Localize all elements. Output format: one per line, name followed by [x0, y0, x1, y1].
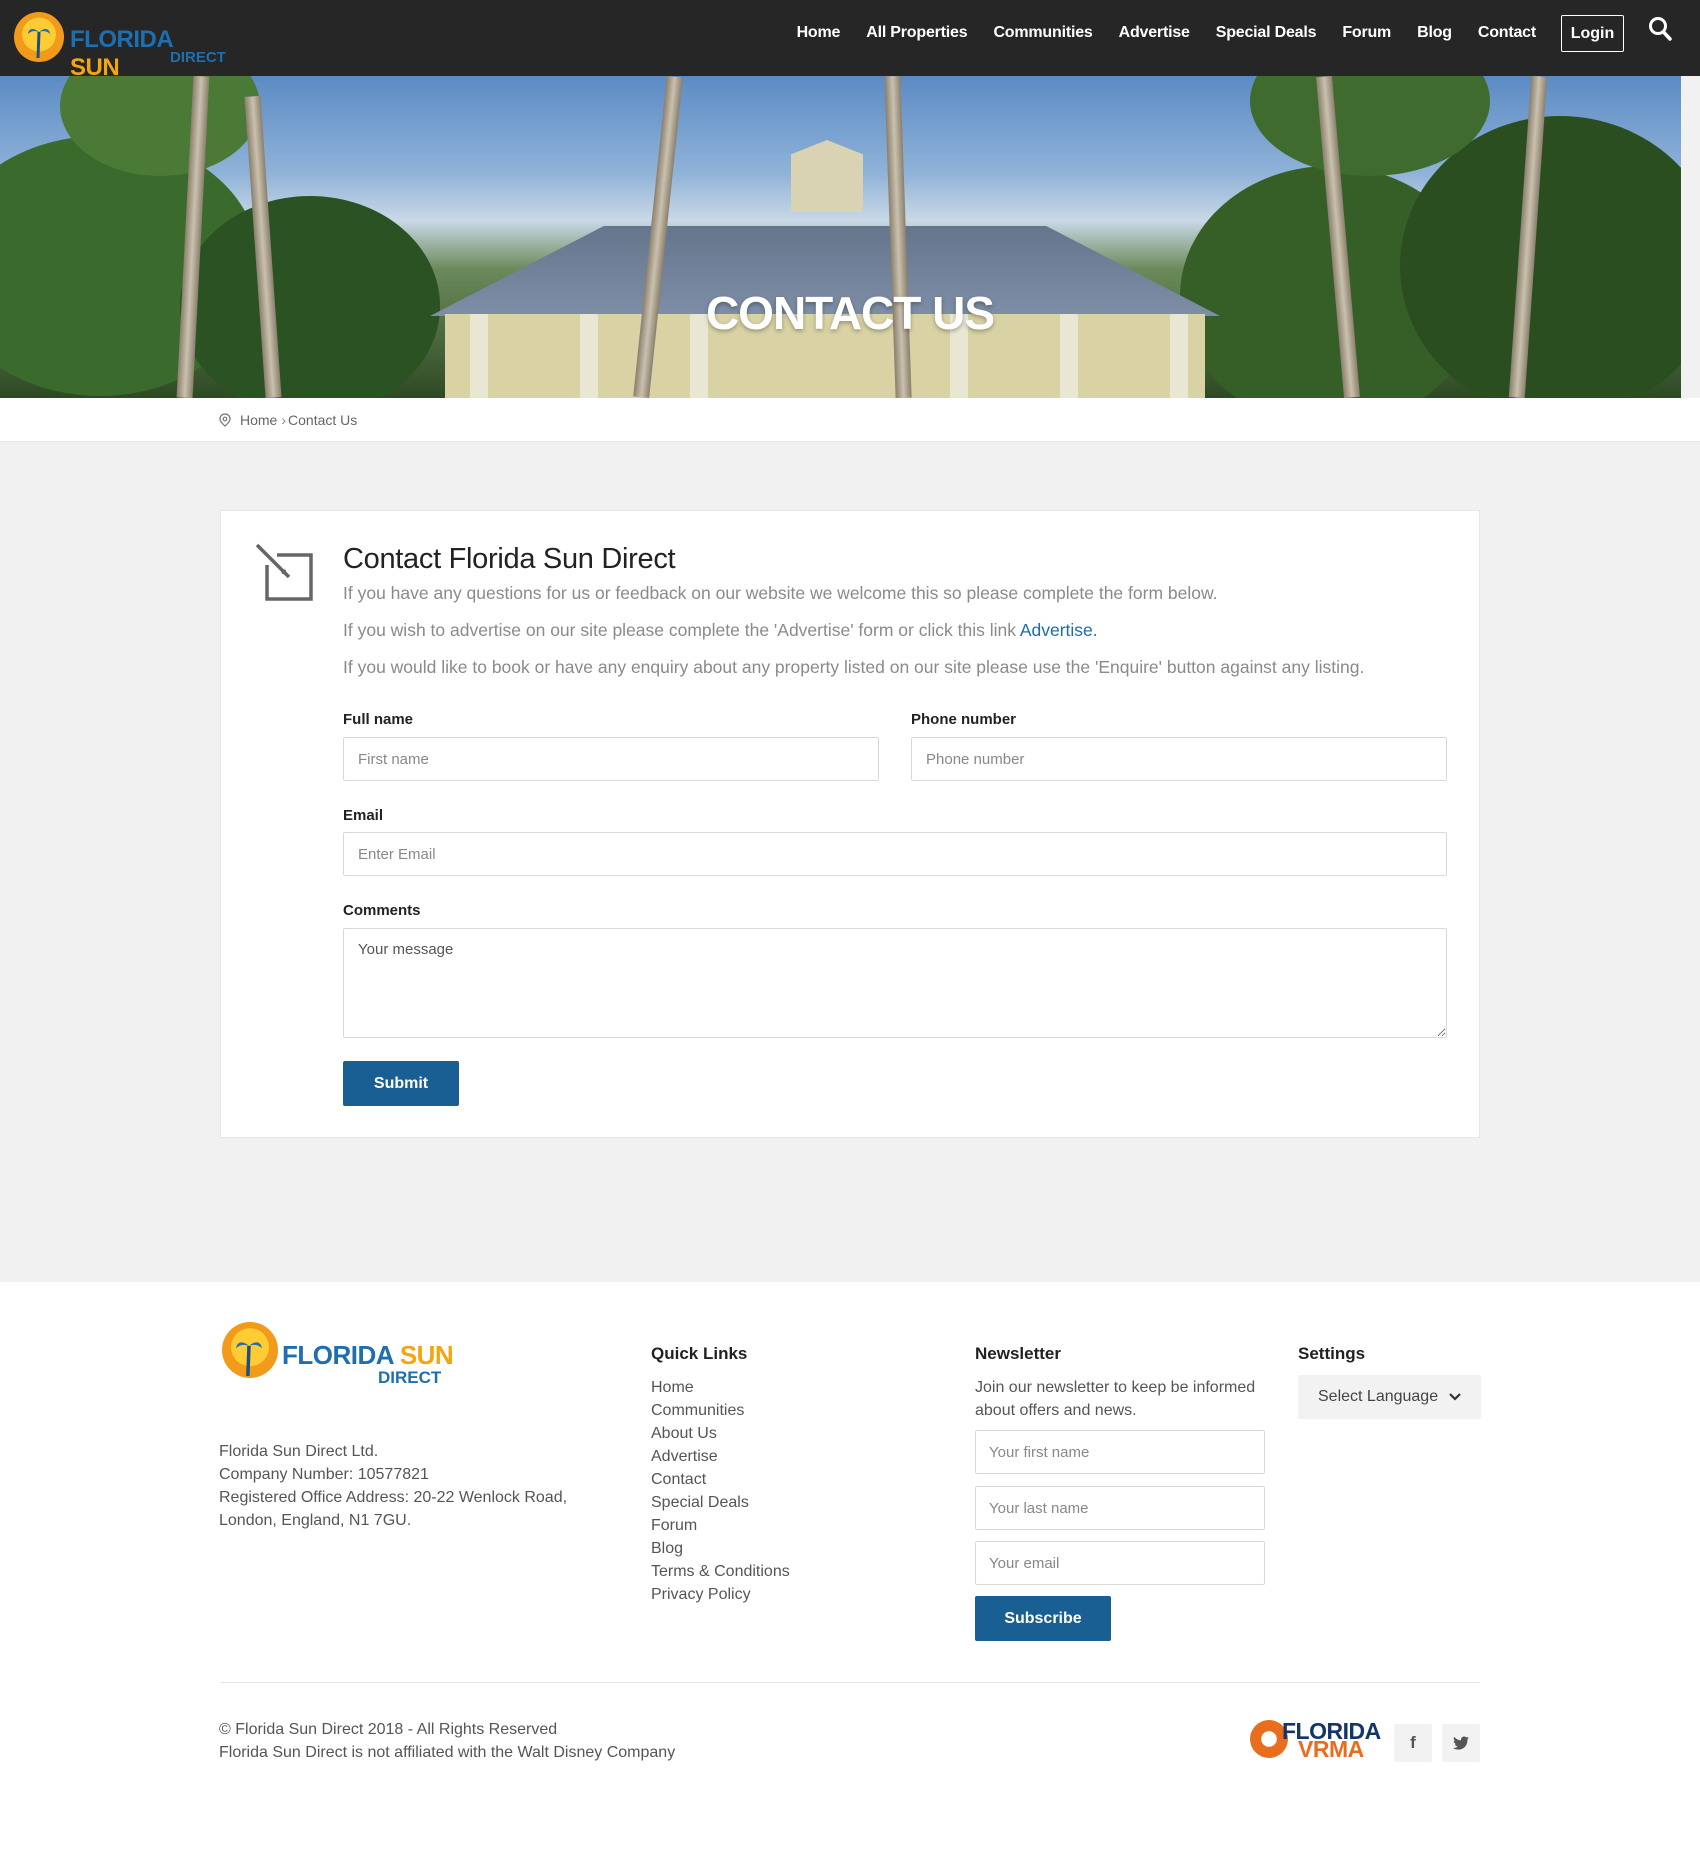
breadcrumb-current: Contact Us: [288, 412, 358, 428]
phone-label: Phone number: [911, 711, 1017, 728]
contact-title: Contact Florida Sun Direct: [343, 543, 676, 575]
intro-paragraph-2: If you wish to advertise on our site ple…: [343, 620, 1098, 641]
quick-link-communities[interactable]: Communities: [651, 1399, 790, 1422]
fullname-label: Full name: [343, 711, 414, 728]
footer: FLORIDA SUN DIRECT Florida Sun Direct Lt…: [0, 1282, 1700, 1850]
site-logo[interactable]: FLORIDA SUN DIRECT: [14, 12, 226, 81]
breadcrumb: Home › Contact Us: [218, 412, 357, 428]
nav-communities[interactable]: Communities: [993, 24, 1092, 42]
chevron-down-icon: [1449, 1393, 1461, 1401]
quick-link-home[interactable]: Home: [651, 1376, 790, 1399]
newsletter-email-input[interactable]: [975, 1541, 1265, 1585]
footer-palm-tree-icon: [236, 1342, 262, 1376]
breadcrumb-separator: ›: [281, 412, 287, 428]
florida-vrma-logo[interactable]: FLORIDA VRMA: [1250, 1714, 1388, 1762]
contact-card: Contact Florida Sun Direct If you have a…: [220, 510, 1480, 1138]
company-address-line-1: Registered Office Address: 20-22 Wenlock…: [219, 1489, 568, 1506]
intro-paragraph-2-end: .: [1092, 620, 1098, 640]
footer-divider: [220, 1682, 1480, 1683]
phone-input[interactable]: [911, 737, 1447, 781]
nav-special-deals[interactable]: Special Deals: [1216, 24, 1317, 42]
quick-link-blog[interactable]: Blog: [651, 1537, 790, 1560]
advertise-link[interactable]: Advertise: [1020, 620, 1093, 640]
comments-textarea[interactable]: [343, 928, 1447, 1038]
copyright-block: © Florida Sun Direct 2018 - All Rights R…: [219, 1718, 675, 1764]
search-icon[interactable]: [1648, 16, 1672, 42]
comments-label: Comments: [343, 902, 421, 919]
footer-logo-text: FLORIDA SUN: [282, 1340, 454, 1370]
hero-title: CONTACT US: [705, 287, 995, 339]
quick-link-about-us[interactable]: About Us: [651, 1422, 790, 1445]
quick-link-special-deals[interactable]: Special Deals: [651, 1491, 790, 1514]
main-nav: Home All Properties Communities Advertis…: [797, 0, 1537, 66]
location-pin-icon: [219, 413, 231, 427]
nav-forum[interactable]: Forum: [1342, 24, 1391, 42]
login-button[interactable]: Login: [1561, 15, 1624, 52]
twitter-bird-icon: [1453, 1736, 1469, 1750]
settings-title: Settings: [1298, 1344, 1366, 1363]
intro-paragraph-3: If you would like to book or have any en…: [343, 657, 1365, 677]
nav-advertise[interactable]: Advertise: [1119, 24, 1190, 42]
nav-contact[interactable]: Contact: [1478, 24, 1536, 42]
submit-button[interactable]: Submit: [343, 1061, 459, 1106]
edit-icon: [255, 543, 313, 601]
facebook-icon[interactable]: f: [1394, 1724, 1432, 1762]
quick-link-terms[interactable]: Terms & Conditions: [651, 1560, 790, 1583]
top-navbar: FLORIDA SUN DIRECT Home All Properties C…: [0, 0, 1700, 81]
intro-paragraph-2-text: If you wish to advertise on our site ple…: [343, 620, 1020, 640]
breadcrumb-bar: Home › Contact Us: [0, 398, 1700, 442]
fullname-input[interactable]: [343, 737, 879, 781]
quick-links-list: Home Communities About Us Advertise Cont…: [651, 1376, 790, 1606]
twitter-icon[interactable]: [1442, 1724, 1480, 1762]
newsletter-title: Newsletter: [975, 1344, 1061, 1363]
subscribe-button[interactable]: Subscribe: [975, 1596, 1111, 1641]
quick-link-forum[interactable]: Forum: [651, 1514, 790, 1537]
footer-logo[interactable]: FLORIDA SUN DIRECT: [220, 1322, 460, 1396]
breadcrumb-home[interactable]: Home: [240, 412, 277, 428]
copyright-text: © Florida Sun Direct 2018 - All Rights R…: [219, 1721, 558, 1738]
company-name: Florida Sun Direct Ltd.: [219, 1443, 379, 1460]
hero-banner: CONTACT US: [0, 76, 1681, 398]
email-label: Email: [343, 807, 384, 824]
nav-home[interactable]: Home: [797, 24, 841, 42]
disclaimer-text: Florida Sun Direct is not affiliated wit…: [219, 1744, 676, 1761]
newsletter-description: Join our newsletter to keep be informed …: [975, 1379, 1256, 1419]
quick-link-advertise[interactable]: Advertise: [651, 1445, 790, 1468]
newsletter-first-name-input[interactable]: [975, 1430, 1265, 1474]
quick-links-title: Quick Links: [651, 1344, 748, 1363]
quick-link-privacy[interactable]: Privacy Policy: [651, 1583, 790, 1606]
company-address: Florida Sun Direct Ltd. Company Number: …: [219, 1440, 567, 1532]
language-select[interactable]: Select Language: [1298, 1375, 1481, 1419]
language-select-value: Select Language: [1318, 1388, 1439, 1405]
palm-tree-icon: [28, 28, 50, 58]
intro-paragraph-1: If you have any questions for us or feed…: [343, 583, 1218, 603]
nav-all-properties[interactable]: All Properties: [866, 24, 967, 42]
company-number: Company Number: 10577821: [219, 1466, 429, 1483]
logo-subtext: DIRECT: [170, 49, 226, 66]
footer-logo-subtext: DIRECT: [378, 1368, 442, 1387]
nav-blog[interactable]: Blog: [1417, 24, 1452, 42]
vrma-logo-word2: VRMA: [1298, 1736, 1364, 1762]
email-input[interactable]: [343, 832, 1447, 876]
newsletter-last-name-input[interactable]: [975, 1486, 1265, 1530]
quick-link-contact[interactable]: Contact: [651, 1468, 790, 1491]
company-address-line-2: London, England, N1 7GU.: [219, 1512, 412, 1529]
